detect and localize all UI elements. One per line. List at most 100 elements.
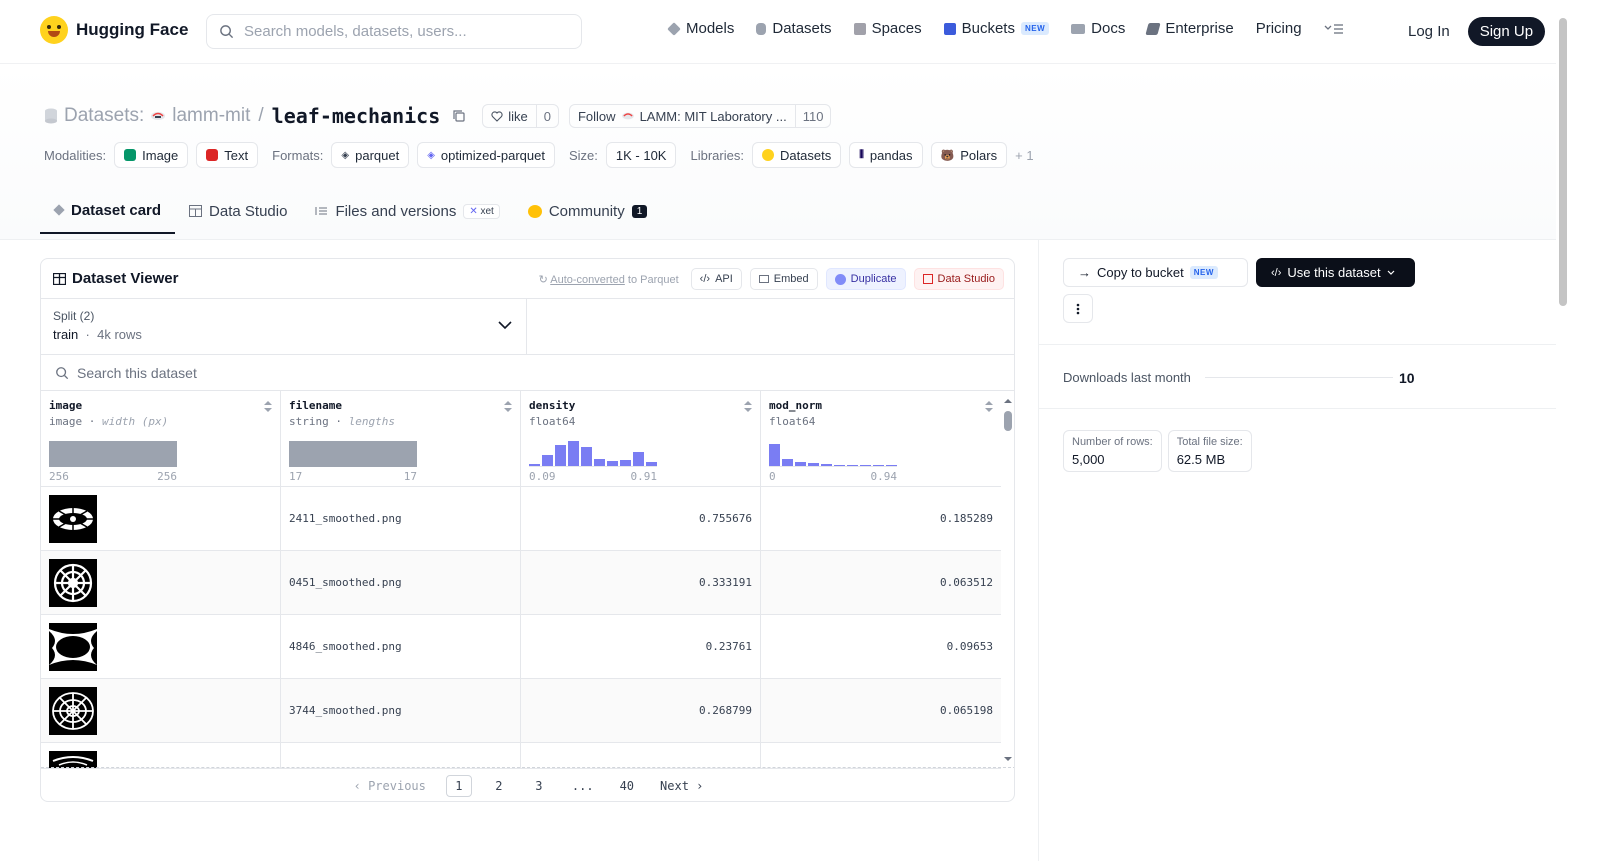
repo-name-link[interactable]: leaf-mechanics — [272, 104, 441, 128]
filename-cell[interactable]: 0451_smoothed.png — [281, 551, 521, 614]
tab-files-and-versions[interactable]: Files and versions ✕ xet — [301, 188, 513, 234]
filename-cell[interactable]: 3744_smoothed.png — [281, 679, 521, 742]
api-button[interactable]: ‹/› API — [690, 268, 742, 290]
follow-org-button[interactable]: Follow LAMM: MIT Laboratory ... 110 — [568, 104, 832, 128]
histogram-bar[interactable] — [555, 444, 566, 466]
global-search-input[interactable] — [244, 23, 564, 40]
page-scrollbar[interactable] — [1556, 0, 1570, 861]
login-link[interactable]: Log In — [1408, 23, 1450, 40]
leaf-pattern-thumbnail[interactable] — [49, 494, 97, 543]
modality-text-tag[interactable]: Text — [196, 142, 259, 168]
nav-more-menu[interactable] — [1324, 23, 1344, 35]
nav-link-spaces[interactable]: Spaces — [853, 20, 922, 37]
split-selector[interactable]: Split (2) train · 4k rows — [41, 299, 527, 354]
use-this-dataset-button[interactable]: ‹/› Use this dataset — [1256, 258, 1415, 287]
histogram-bar[interactable] — [834, 464, 845, 466]
histogram-bar[interactable] — [860, 465, 871, 466]
histogram-bar[interactable] — [847, 465, 858, 466]
leaf-pattern-thumbnail[interactable] — [49, 622, 97, 671]
histogram-bar[interactable] — [594, 458, 605, 466]
brand-link[interactable]: Hugging Face — [40, 16, 188, 44]
column-header-density[interactable]: density float64 0.09 0.91 — [521, 391, 761, 486]
sort-icon[interactable] — [985, 401, 993, 413]
format-parquet-tag[interactable]: ◈ parquet — [331, 142, 410, 168]
nav-link-enterprise[interactable]: Enterprise — [1145, 20, 1234, 37]
histogram-bar[interactable] — [581, 447, 592, 466]
copy-to-bucket-button[interactable]: → Copy to bucket NEW — [1063, 258, 1248, 287]
data-studio-button[interactable]: Data Studio — [913, 268, 1004, 290]
histogram-bar[interactable] — [633, 452, 644, 466]
histogram-bar[interactable] — [782, 458, 793, 466]
filename-cell[interactable]: 2411_smoothed.png — [281, 487, 521, 550]
like-button[interactable]: like 0 — [482, 104, 559, 128]
histogram-bar[interactable] — [873, 465, 884, 466]
global-search[interactable] — [206, 14, 582, 49]
column-header-filename[interactable]: filename string · lengths 17 17 — [281, 391, 521, 486]
histogram-bar[interactable] — [542, 454, 553, 466]
nav-link-datasets[interactable]: Datasets — [756, 20, 832, 37]
nav-link-models[interactable]: Models — [667, 20, 734, 37]
table-row[interactable]: 3744_smoothed.png 0.268799 0.065198 — [41, 679, 1001, 743]
tab-dataset-card[interactable]: Dataset card — [40, 188, 176, 234]
duplicate-button[interactable]: Duplicate — [825, 268, 906, 290]
mod-norm-cell[interactable]: 0.09653 — [761, 615, 1001, 678]
leaf-pattern-thumbnail[interactable] — [49, 686, 97, 735]
embed-button[interactable]: Embed — [749, 268, 818, 290]
density-cell[interactable]: 0.333191 — [521, 551, 761, 614]
tab-data-studio[interactable]: Data Studio — [175, 188, 301, 234]
density-cell[interactable] — [521, 743, 761, 768]
table-row[interactable]: 2411_smoothed.png 0.755676 0.185289 — [41, 487, 1001, 551]
image-cell[interactable] — [41, 743, 281, 768]
column-header-mod-norm[interactable]: mod_norm float64 0 0.94 — [761, 391, 1001, 486]
sort-icon[interactable] — [264, 401, 272, 413]
filename-cell[interactable] — [281, 743, 521, 768]
scroll-down-icon[interactable] — [1001, 755, 1015, 763]
leaf-pattern-thumbnail[interactable] — [49, 558, 97, 607]
nav-link-buckets[interactable]: Buckets NEW — [943, 20, 1050, 37]
next-page-button[interactable]: Next › — [654, 775, 709, 797]
table-row[interactable]: 4846_smoothed.png 0.23761 0.09653 — [41, 615, 1001, 679]
nav-link-pricing[interactable]: Pricing — [1256, 20, 1302, 37]
copy-icon[interactable] — [452, 109, 466, 123]
dataset-search-input[interactable] — [77, 364, 577, 381]
histogram-bar[interactable] — [821, 464, 832, 466]
table-row[interactable]: 0451_smoothed.png 0.333191 0.063512 — [41, 551, 1001, 615]
histogram-bar[interactable] — [646, 462, 657, 466]
image-cell[interactable] — [41, 615, 281, 678]
filename-cell[interactable]: 4846_smoothed.png — [281, 615, 521, 678]
image-cell[interactable] — [41, 487, 281, 550]
format-optimized-parquet-tag[interactable]: ◈ optimized-parquet — [417, 142, 555, 168]
library-polars-tag[interactable]: 🐻 Polars — [930, 142, 1008, 168]
image-cell[interactable] — [41, 551, 281, 614]
histogram-bar[interactable] — [620, 459, 631, 466]
dataset-search[interactable] — [41, 355, 1014, 391]
page-button-3[interactable]: 3 — [526, 775, 552, 797]
more-options-button[interactable] — [1063, 294, 1093, 323]
sort-icon[interactable] — [744, 401, 752, 413]
density-cell[interactable]: 0.23761 — [521, 615, 761, 678]
page-button-40[interactable]: 40 — [614, 775, 640, 797]
sort-icon[interactable] — [504, 401, 512, 413]
mod-norm-cell[interactable]: 0.063512 — [761, 551, 1001, 614]
page-button-1[interactable]: 1 — [445, 774, 472, 797]
table-row[interactable] — [41, 743, 1001, 769]
column-header-image[interactable]: image image · width (px) 256 256 — [41, 391, 281, 486]
image-cell[interactable] — [41, 679, 281, 742]
scroll-up-icon[interactable] — [1001, 397, 1015, 405]
histogram-bar[interactable] — [529, 463, 540, 466]
density-cell[interactable]: 0.268799 — [521, 679, 761, 742]
tab-community[interactable]: Community 1 — [514, 188, 661, 234]
libraries-more-link[interactable]: + 1 — [1015, 148, 1033, 163]
page-button-2[interactable]: 2 — [486, 775, 512, 797]
previous-page-button[interactable]: ‹ Previous — [348, 775, 432, 797]
library-datasets-tag[interactable]: Datasets — [751, 142, 842, 168]
library-pandas-tag[interactable]: ⫴ pandas — [849, 142, 923, 168]
table-scrollbar-thumb[interactable] — [1004, 411, 1012, 431]
nav-link-docs[interactable]: Docs — [1071, 20, 1125, 37]
size-tag[interactable]: 1K - 10K — [605, 142, 677, 168]
density-cell[interactable]: 0.755676 — [521, 487, 761, 550]
modality-image-tag[interactable]: Image — [114, 142, 189, 168]
histogram-bar[interactable] — [795, 462, 806, 466]
table-scrollbar[interactable] — [1001, 393, 1015, 769]
repo-owner-link[interactable]: lamm-mit — [172, 105, 250, 127]
